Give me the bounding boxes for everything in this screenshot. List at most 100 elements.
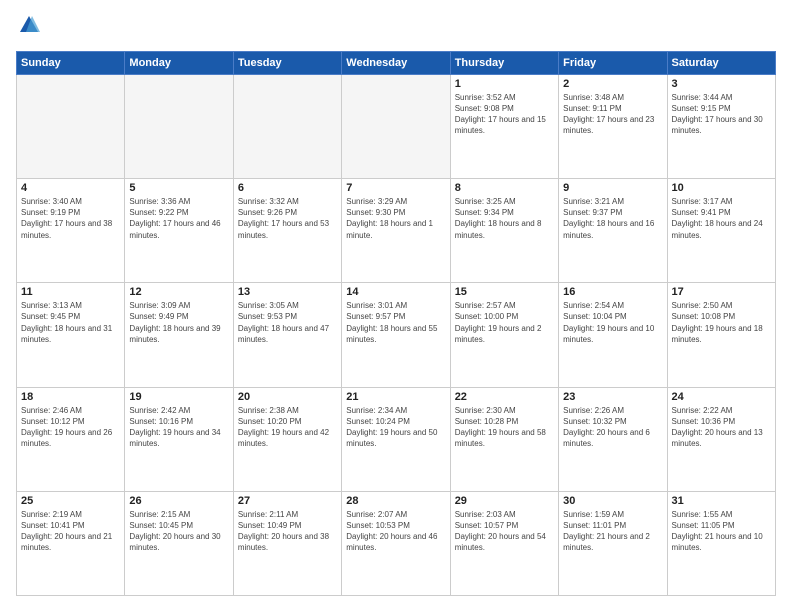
- day-cell: [125, 74, 233, 178]
- weekday-header-row: SundayMondayTuesdayWednesdayThursdayFrid…: [17, 51, 776, 74]
- day-cell: 15 Sunrise: 2:57 AM Sunset: 10:00 PM Dayl…: [450, 283, 558, 387]
- day-cell: 18Sunrise: 2:46 AM Sunset: 10:12 PM Dayl…: [17, 387, 125, 491]
- day-number: 23: [563, 391, 662, 403]
- day-cell: 29 Sunrise: 2:03 AM Sunset: 10:57 PM Dayl…: [450, 491, 558, 595]
- day-info: Sunrise: 2:50 AM Sunset: 10:08 PM Daylig…: [672, 300, 771, 345]
- day-info: Sunrise: 3:36 AM Sunset: 9:22 PM Dayligh…: [129, 196, 228, 241]
- day-info: Sunrise: 3:48 AM Sunset: 9:11 PM Dayligh…: [563, 92, 662, 137]
- day-number: 14: [346, 286, 445, 298]
- day-number: 18: [21, 391, 120, 403]
- day-cell: 25 Sunrise: 2:19 AM Sunset: 10:41 PM Dayl…: [17, 491, 125, 595]
- day-cell: 31 Sunrise: 1:55 AM Sunset: 11:05 PM Dayl…: [667, 491, 775, 595]
- day-number: 5: [129, 182, 228, 194]
- day-info: Sunrise: 2:26 AM Sunset: 10:32 PM Daylig…: [563, 405, 662, 450]
- day-info: Sunrise: 2:57 AM Sunset: 10:00 PM Daylig…: [455, 300, 554, 345]
- weekday-saturday: Saturday: [667, 51, 775, 74]
- day-cell: 5 Sunrise: 3:36 AM Sunset: 9:22 PM Daylig…: [125, 179, 233, 283]
- day-info: Sunrise: 1:55 AM Sunset: 11:05 PM Daylig…: [672, 509, 771, 554]
- day-number: 17: [672, 286, 771, 298]
- day-info: Sunrise: 3:44 AM Sunset: 9:15 PM Dayligh…: [672, 92, 771, 137]
- day-number: 8: [455, 182, 554, 194]
- day-info: Sunrise: 3:21 AM Sunset: 9:37 PM Dayligh…: [563, 196, 662, 241]
- day-number: 13: [238, 286, 337, 298]
- day-number: 28: [346, 495, 445, 507]
- day-cell: 27Sunrise: 2:11 AM Sunset: 10:49 PM Dayl…: [233, 491, 341, 595]
- day-cell: [233, 74, 341, 178]
- day-cell: 24 Sunrise: 2:22 AM Sunset: 10:36 PM Dayl…: [667, 387, 775, 491]
- day-info: Sunrise: 3:01 AM Sunset: 9:57 PM Dayligh…: [346, 300, 445, 345]
- day-cell: 19 Sunrise: 2:42 AM Sunset: 10:16 PM Dayl…: [125, 387, 233, 491]
- day-cell: 10Sunrise: 3:17 AM Sunset: 9:41 PM Dayli…: [667, 179, 775, 283]
- day-info: Sunrise: 2:38 AM Sunset: 10:20 PM Daylig…: [238, 405, 337, 450]
- day-cell: 8 Sunrise: 3:25 AM Sunset: 9:34 PM Daylig…: [450, 179, 558, 283]
- day-cell: 6Sunrise: 3:32 AM Sunset: 9:26 PM Daylig…: [233, 179, 341, 283]
- day-cell: 23 Sunrise: 2:26 AM Sunset: 10:32 PM Dayl…: [559, 387, 667, 491]
- week-row-2: 11 Sunrise: 3:13 AM Sunset: 9:45 PM Dayli…: [17, 283, 776, 387]
- header: [16, 16, 776, 41]
- logo: [16, 16, 40, 41]
- day-info: Sunrise: 2:22 AM Sunset: 10:36 PM Daylig…: [672, 405, 771, 450]
- day-info: Sunrise: 3:52 AM Sunset: 9:08 PM Dayligh…: [455, 92, 554, 137]
- day-info: Sunrise: 1:59 AM Sunset: 11:01 PM Daylig…: [563, 509, 662, 554]
- day-cell: 17 Sunrise: 2:50 AM Sunset: 10:08 PM Dayl…: [667, 283, 775, 387]
- day-cell: 7Sunrise: 3:29 AM Sunset: 9:30 PM Daylig…: [342, 179, 450, 283]
- day-info: Sunrise: 2:19 AM Sunset: 10:41 PM Daylig…: [21, 509, 120, 554]
- day-cell: 1 Sunrise: 3:52 AM Sunset: 9:08 PM Daylig…: [450, 74, 558, 178]
- day-cell: 22 Sunrise: 2:30 AM Sunset: 10:28 PM Dayl…: [450, 387, 558, 491]
- day-number: 9: [563, 182, 662, 194]
- day-number: 24: [672, 391, 771, 403]
- day-cell: 12Sunrise: 3:09 AM Sunset: 9:49 PM Dayli…: [125, 283, 233, 387]
- day-info: Sunrise: 3:13 AM Sunset: 9:45 PM Dayligh…: [21, 300, 120, 345]
- day-number: 2: [563, 78, 662, 90]
- week-row-4: 25 Sunrise: 2:19 AM Sunset: 10:41 PM Dayl…: [17, 491, 776, 595]
- day-number: 11: [21, 286, 120, 298]
- day-cell: 13 Sunrise: 3:05 AM Sunset: 9:53 PM Dayli…: [233, 283, 341, 387]
- day-cell: 3 Sunrise: 3:44 AM Sunset: 9:15 PM Daylig…: [667, 74, 775, 178]
- day-info: Sunrise: 3:25 AM Sunset: 9:34 PM Dayligh…: [455, 196, 554, 241]
- day-info: Sunrise: 3:17 AM Sunset: 9:41 PM Dayligh…: [672, 196, 771, 241]
- day-info: Sunrise: 3:05 AM Sunset: 9:53 PM Dayligh…: [238, 300, 337, 345]
- day-info: Sunrise: 2:34 AM Sunset: 10:24 PM Daylig…: [346, 405, 445, 450]
- day-number: 26: [129, 495, 228, 507]
- page: SundayMondayTuesdayWednesdayThursdayFrid…: [0, 0, 792, 612]
- weekday-thursday: Thursday: [450, 51, 558, 74]
- day-number: 25: [21, 495, 120, 507]
- day-cell: 26 Sunrise: 2:15 AM Sunset: 10:45 PM Dayl…: [125, 491, 233, 595]
- day-cell: 11 Sunrise: 3:13 AM Sunset: 9:45 PM Dayli…: [17, 283, 125, 387]
- day-info: Sunrise: 2:07 AM Sunset: 10:53 PM Daylig…: [346, 509, 445, 554]
- day-cell: 20 Sunrise: 2:38 AM Sunset: 10:20 PM Dayl…: [233, 387, 341, 491]
- day-number: 3: [672, 78, 771, 90]
- day-cell: 21 Sunrise: 2:34 AM Sunset: 10:24 PM Dayl…: [342, 387, 450, 491]
- day-number: 15: [455, 286, 554, 298]
- weekday-tuesday: Tuesday: [233, 51, 341, 74]
- day-number: 4: [21, 182, 120, 194]
- day-number: 30: [563, 495, 662, 507]
- day-number: 31: [672, 495, 771, 507]
- week-row-0: 1 Sunrise: 3:52 AM Sunset: 9:08 PM Daylig…: [17, 74, 776, 178]
- week-row-3: 18Sunrise: 2:46 AM Sunset: 10:12 PM Dayl…: [17, 387, 776, 491]
- day-info: Sunrise: 2:03 AM Sunset: 10:57 PM Daylig…: [455, 509, 554, 554]
- day-info: Sunrise: 2:42 AM Sunset: 10:16 PM Daylig…: [129, 405, 228, 450]
- day-number: 29: [455, 495, 554, 507]
- day-cell: 14 Sunrise: 3:01 AM Sunset: 9:57 PM Dayli…: [342, 283, 450, 387]
- day-cell: 30 Sunrise: 1:59 AM Sunset: 11:01 PM Dayl…: [559, 491, 667, 595]
- day-number: 19: [129, 391, 228, 403]
- day-number: 7: [346, 182, 445, 194]
- day-info: Sunrise: 2:30 AM Sunset: 10:28 PM Daylig…: [455, 405, 554, 450]
- day-number: 1: [455, 78, 554, 90]
- day-cell: 28 Sunrise: 2:07 AM Sunset: 10:53 PM Dayl…: [342, 491, 450, 595]
- day-info: Sunrise: 3:09 AM Sunset: 9:49 PM Dayligh…: [129, 300, 228, 345]
- day-cell: [17, 74, 125, 178]
- day-info: Sunrise: 2:15 AM Sunset: 10:45 PM Daylig…: [129, 509, 228, 554]
- day-cell: 2 Sunrise: 3:48 AM Sunset: 9:11 PM Daylig…: [559, 74, 667, 178]
- day-number: 20: [238, 391, 337, 403]
- day-number: 22: [455, 391, 554, 403]
- logo-icon: [18, 14, 40, 36]
- day-number: 6: [238, 182, 337, 194]
- day-cell: [342, 74, 450, 178]
- day-info: Sunrise: 3:40 AM Sunset: 9:19 PM Dayligh…: [21, 196, 120, 241]
- day-number: 21: [346, 391, 445, 403]
- weekday-monday: Monday: [125, 51, 233, 74]
- calendar: SundayMondayTuesdayWednesdayThursdayFrid…: [16, 51, 776, 596]
- day-info: Sunrise: 2:54 AM Sunset: 10:04 PM Daylig…: [563, 300, 662, 345]
